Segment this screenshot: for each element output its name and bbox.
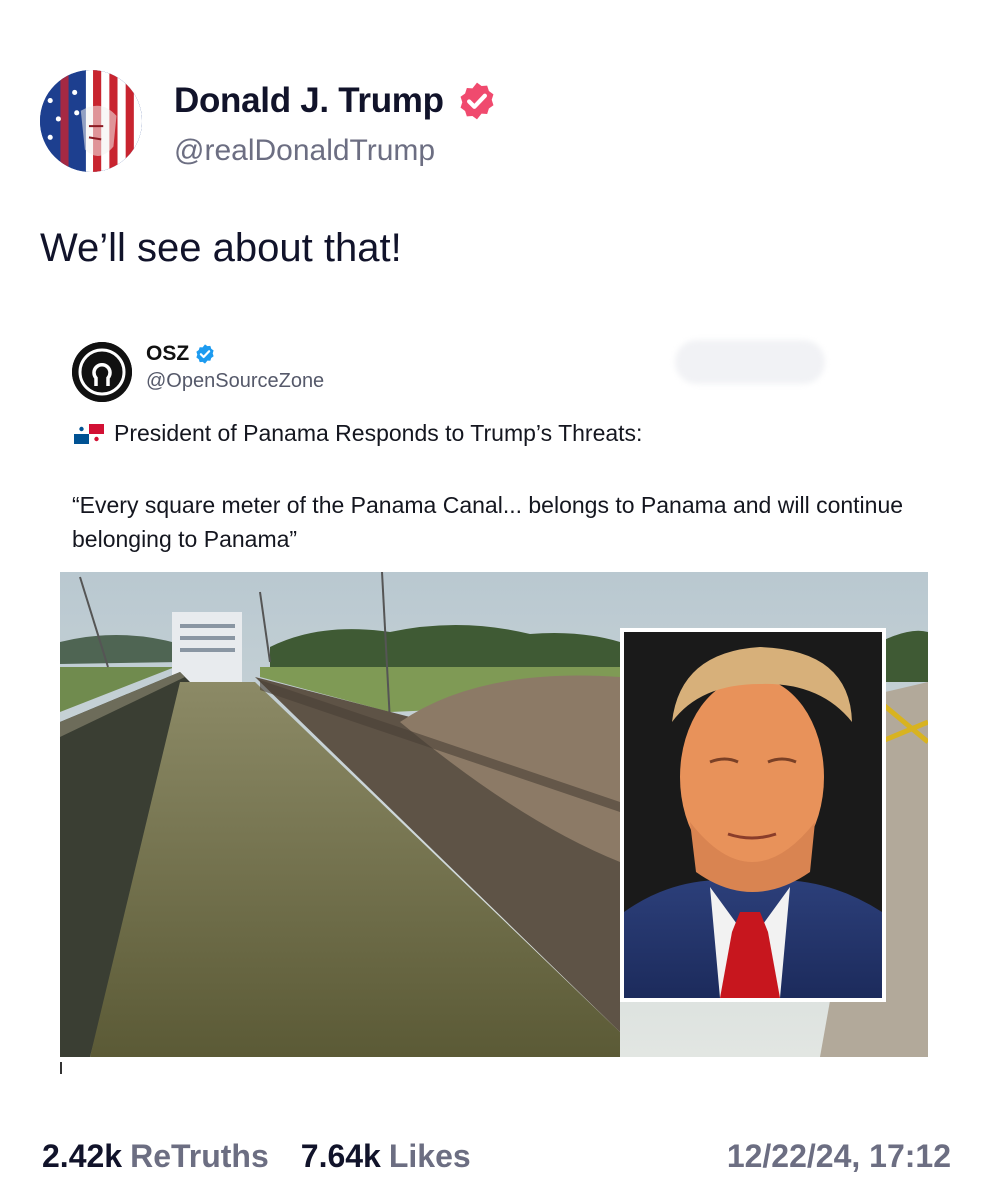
verified-badge-icon bbox=[460, 82, 494, 120]
retruths-label: ReTruths bbox=[130, 1138, 269, 1174]
blurred-follow-button bbox=[675, 340, 825, 384]
embedded-image[interactable]: OSZ @OpenSourceZone President of Panama … bbox=[60, 322, 930, 1077]
blue-verified-badge-icon bbox=[196, 344, 214, 364]
author-name[interactable]: Donald J. Trump bbox=[174, 80, 498, 122]
author-avatar[interactable] bbox=[40, 70, 142, 172]
retruths-count: 2.42k bbox=[42, 1138, 123, 1174]
canal-photo bbox=[60, 572, 928, 1057]
avatar-image bbox=[40, 70, 142, 172]
quote-author-name-text: OSZ bbox=[146, 342, 190, 365]
quote-body: “Every square meter of the Panama Canal.… bbox=[72, 492, 904, 552]
quote-headline: President of Panama Responds to Trump’s … bbox=[74, 420, 642, 447]
likes-label: Likes bbox=[388, 1138, 471, 1174]
likes-count: 7.64k bbox=[300, 1138, 381, 1174]
quote-author-name: OSZ bbox=[146, 342, 216, 366]
likes-stat[interactable]: 7.64k Likes bbox=[301, 1138, 471, 1175]
text-cursor bbox=[60, 1062, 62, 1074]
quote-avatar bbox=[72, 342, 132, 402]
panama-flag-icon bbox=[74, 423, 104, 444]
quote-author-handle: @OpenSourceZone bbox=[146, 370, 325, 392]
author-name-text[interactable]: Donald J. Trump bbox=[174, 81, 444, 121]
canal-photo-image bbox=[60, 572, 928, 1057]
post-text: We’ll see about that! bbox=[40, 226, 402, 270]
retruths-stat[interactable]: 2.42k ReTruths bbox=[42, 1138, 269, 1175]
author-handle[interactable]: @realDonaldTrump bbox=[174, 134, 435, 168]
quote-headline-text: President of Panama Responds to Trump’s … bbox=[114, 420, 643, 446]
open-source-logo-icon bbox=[72, 342, 132, 402]
post-timestamp[interactable]: 12/22/24, 17:12 bbox=[727, 1138, 951, 1175]
post-stats: 2.42k ReTruths 7.64k Likes bbox=[42, 1138, 471, 1175]
